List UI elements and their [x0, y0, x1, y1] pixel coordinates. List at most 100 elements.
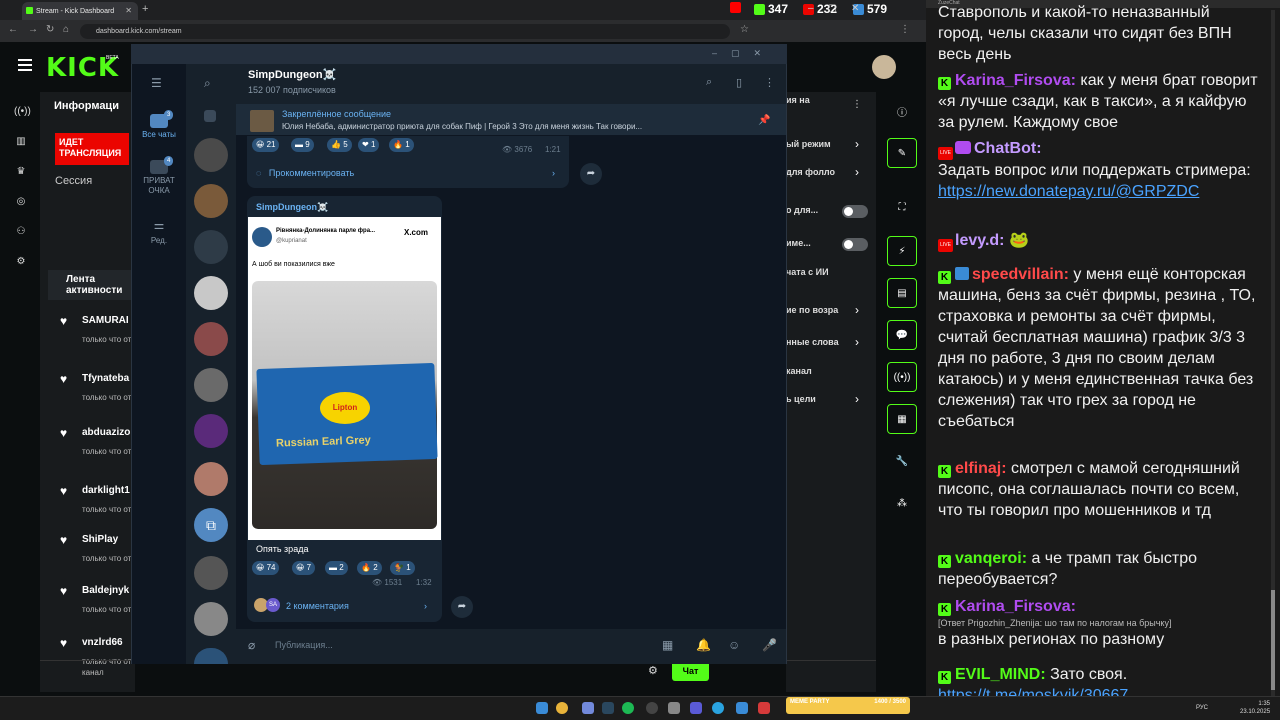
menu-icon[interactable]: [18, 59, 32, 71]
spotify-icon[interactable]: [622, 702, 634, 714]
browser-tab[interactable]: Stream - Kick Dashboard ✕: [22, 2, 138, 20]
comments-button[interactable]: 2 комментария: [286, 601, 349, 611]
forward-icon[interactable]: ➦: [580, 163, 602, 185]
target-icon[interactable]: ◎: [14, 196, 28, 208]
telegram-icon[interactable]: [712, 702, 724, 714]
search-icon[interactable]: ⌕: [204, 76, 211, 91]
setting-item[interactable]: о для...: [786, 205, 841, 216]
info-icon[interactable]: ⓘ: [887, 96, 917, 126]
chat-avatar[interactable]: [194, 184, 228, 218]
reaction-chip[interactable]: 🔥 2: [357, 561, 382, 575]
folder-private[interactable]: ПРИВАТ ОЧКА: [132, 160, 186, 196]
chat-avatar[interactable]: [194, 276, 228, 310]
reaction-chip[interactable]: 😀 74: [252, 561, 280, 575]
app-icon[interactable]: [668, 702, 680, 714]
reaction-chip[interactable]: ▬ 2: [325, 561, 348, 575]
more-icon[interactable]: ⋮: [764, 76, 775, 89]
community-icon[interactable]: ⚇: [14, 226, 28, 238]
channel-name[interactable]: SimpDungeon☠️: [248, 68, 336, 81]
steam-icon[interactable]: [602, 702, 614, 714]
folder-all-chats[interactable]: Все чаты: [132, 114, 186, 140]
obs-icon[interactable]: [646, 702, 658, 714]
back-icon[interactable]: ←: [8, 24, 18, 35]
app-icon[interactable]: [736, 702, 748, 714]
chat-link[interactable]: https://new.donatepay.ru/@GRPZDC: [938, 183, 1199, 200]
layout-icon[interactable]: ▦: [887, 404, 917, 434]
chat-scrollbar-thumb[interactable]: [1271, 590, 1275, 690]
broadcast-icon[interactable]: ((•)): [887, 362, 917, 392]
discord-icon[interactable]: [582, 702, 594, 714]
reaction-chip[interactable]: ▬ 9: [291, 138, 314, 152]
telegram-window-controls[interactable]: –▢✕: [712, 48, 775, 59]
setting-item[interactable]: чата с ИИ: [786, 267, 841, 278]
new-tab-button[interactable]: +: [142, 3, 148, 15]
setting-item[interactable]: ия на: [786, 95, 841, 106]
reload-icon[interactable]: ↻: [46, 24, 54, 35]
analytics-icon[interactable]: ▥: [14, 136, 28, 148]
setting-item[interactable]: име...: [786, 238, 841, 249]
toggle-switch[interactable]: [842, 238, 868, 251]
chat-username[interactable]: vanqeroi:: [955, 550, 1027, 567]
sidebar-toggle-icon[interactable]: ▯: [736, 76, 742, 89]
chat-username[interactable]: Karina_Firsova:: [955, 72, 1076, 89]
language-indicator[interactable]: РУС: [1196, 705, 1208, 711]
forward-icon[interactable]: →: [28, 24, 38, 35]
chat-username[interactable]: levy.d:: [955, 232, 1005, 249]
chat-avatar[interactable]: [194, 368, 228, 402]
reaction-chip[interactable]: 😀 21: [252, 138, 280, 152]
apps-icon[interactable]: ⁂: [887, 488, 917, 518]
chat-avatar[interactable]: [194, 556, 228, 590]
chat-avatar[interactable]: [194, 414, 228, 448]
search-icon[interactable]: ⌕: [706, 76, 712, 89]
setting-item[interactable]: канал: [786, 366, 841, 377]
clock[interactable]: 1:35 23.10.2025: [1240, 700, 1270, 716]
chat-username[interactable]: EVIL_MIND:: [955, 666, 1046, 683]
telegram-menu-icon[interactable]: ☰: [151, 76, 162, 90]
chat-username[interactable]: ChatBot:: [974, 140, 1042, 157]
avatar[interactable]: [872, 55, 896, 79]
flash-icon[interactable]: ⚡: [887, 236, 917, 266]
reaction-chip[interactable]: ❤ 1: [358, 138, 380, 152]
archive-icon[interactable]: [204, 110, 216, 122]
stream-icon[interactable]: ((•)): [14, 106, 31, 118]
folder-edit[interactable]: ⚌ Ред.: [132, 219, 186, 246]
chat-username[interactable]: elfinaj:: [955, 460, 1007, 477]
reaction-chip[interactable]: 🐓 1: [390, 561, 415, 575]
microphone-icon[interactable]: 🎤: [762, 638, 777, 652]
browser-menu-icon[interactable]: ⋮: [900, 24, 910, 35]
setting-item[interactable]: ь цели: [786, 394, 841, 405]
edit-icon[interactable]: ✎: [887, 138, 917, 168]
wrench-icon[interactable]: 🔧: [887, 446, 917, 476]
star-icon[interactable]: ☆: [740, 24, 749, 35]
browser-window-controls[interactable]: –▢✕: [808, 3, 873, 14]
attach-icon[interactable]: ⌀: [248, 638, 255, 652]
fullscreen-icon[interactable]: ⛶: [887, 192, 917, 222]
settings-icon[interactable]: ⚙: [14, 256, 28, 268]
chat-avatar[interactable]: [194, 230, 228, 264]
chat-avatar[interactable]: [194, 322, 228, 356]
bell-icon[interactable]: 🔔: [696, 638, 711, 652]
chat-icon[interactable]: 💬: [887, 320, 917, 350]
settings-more-icon[interactable]: ⋮: [852, 99, 862, 110]
chat-settings-icon[interactable]: ⚙: [648, 664, 658, 677]
chat-avatar[interactable]: [194, 602, 228, 636]
saved-messages-icon[interactable]: ⧉: [194, 508, 228, 542]
pin-icon[interactable]: 📌: [758, 115, 770, 126]
reaction-chip[interactable]: 😀 7: [292, 561, 316, 575]
start-icon[interactable]: [536, 702, 548, 714]
trophy-icon[interactable]: ♛: [14, 166, 28, 178]
chat-send-button[interactable]: Чат: [672, 661, 709, 681]
close-tab-icon[interactable]: ✕: [125, 6, 132, 15]
setting-item[interactable]: ый режим: [786, 139, 841, 150]
chat-username[interactable]: Karina_Firsova:: [955, 598, 1076, 615]
home-icon[interactable]: ⌂: [63, 24, 69, 35]
comment-button[interactable]: ◌ Прокомментировать: [256, 168, 354, 178]
reaction-chip[interactable]: 👍 5: [327, 138, 352, 152]
notes-icon[interactable]: ▤: [887, 278, 917, 308]
schedule-icon[interactable]: ▦: [662, 638, 673, 652]
url-field[interactable]: dashboard.kick.com/stream: [80, 24, 730, 39]
toggle-switch[interactable]: [842, 205, 868, 218]
chat-username[interactable]: speedvillain:: [972, 266, 1069, 283]
app-icon[interactable]: [758, 702, 770, 714]
chat-avatar[interactable]: [194, 138, 228, 172]
